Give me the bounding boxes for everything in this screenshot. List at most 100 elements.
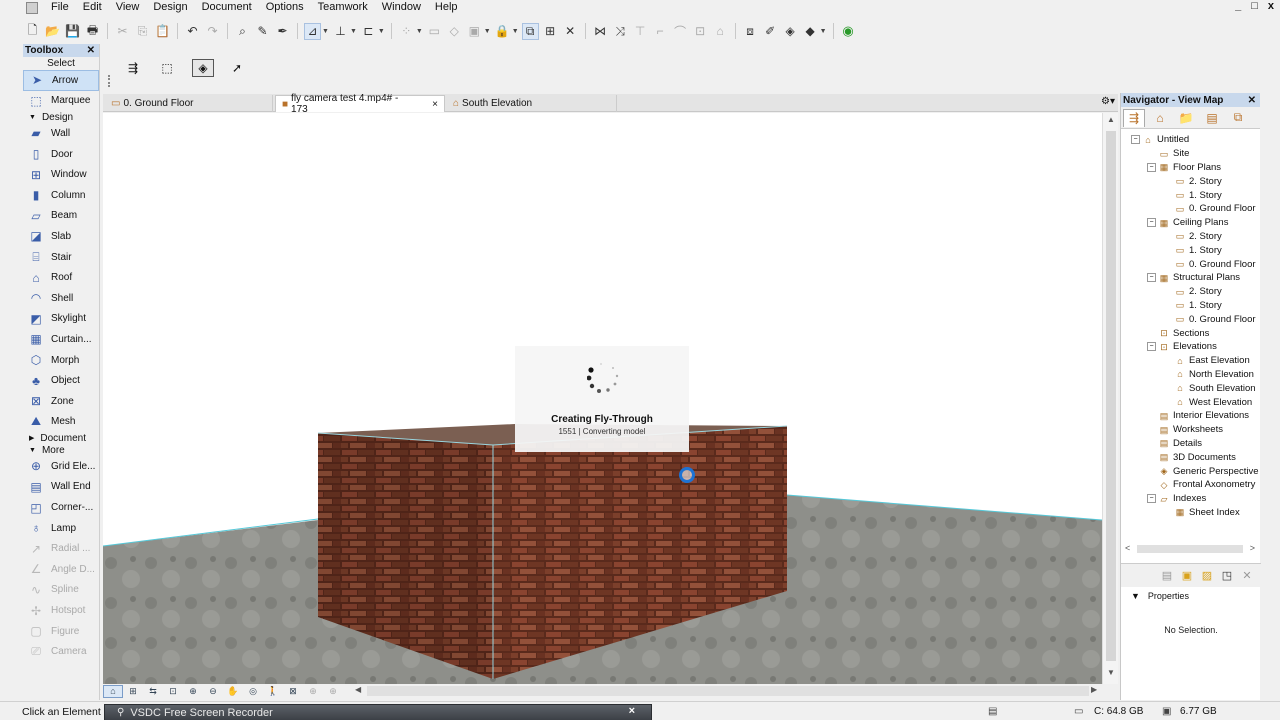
tree-node[interactable]: ▤ 3D Documents: [1121, 450, 1260, 464]
orbit-icon[interactable]: ◎: [243, 685, 263, 698]
menu-design[interactable]: Design: [146, 0, 194, 15]
recorder-close-button[interactable]: ×: [629, 705, 635, 717]
grid-snap-icon[interactable]: ⁘: [398, 23, 415, 40]
minimize-button[interactable]: _: [1235, 0, 1241, 12]
tab-south-elevation[interactable]: ⌂ South Elevation: [447, 95, 617, 112]
3d-navigation-icon[interactable]: ⌂: [103, 684, 123, 698]
delete-icon[interactable]: ✕: [1239, 568, 1255, 584]
grip-handle[interactable]: [108, 75, 112, 87]
edit-plane-icon[interactable]: ◇: [446, 23, 463, 40]
tree-node[interactable]: ▭ 1. Story: [1121, 299, 1260, 313]
tab-ground-floor[interactable]: ▭ 0. Ground Floor: [105, 95, 273, 112]
save-view-icon[interactable]: ◳: [1219, 568, 1235, 584]
properties-header[interactable]: ▼ Properties: [1131, 591, 1189, 601]
layout-book-icon[interactable]: ▤: [1201, 109, 1223, 127]
explore-icon[interactable]: 🚶: [263, 685, 283, 698]
tree-node[interactable]: ▤ Details: [1121, 437, 1260, 451]
tool-shell[interactable]: ◠ Shell: [23, 288, 99, 309]
tool-object[interactable]: ♣ Object: [23, 370, 99, 391]
clone-folder-icon[interactable]: ▨: [1199, 568, 1215, 584]
menu-options[interactable]: Options: [259, 0, 311, 15]
solid-ops-icon[interactable]: ⧈: [742, 23, 759, 40]
view-settings-icon[interactable]: ▤: [1159, 568, 1175, 584]
design-group-header[interactable]: ▼ Design: [23, 111, 99, 123]
close-tab-icon[interactable]: ×: [432, 99, 438, 110]
cut-icon[interactable]: ✂: [114, 23, 131, 40]
tree-node[interactable]: − ▱ Indexes: [1121, 492, 1260, 506]
tree-node[interactable]: − ⊡ Elevations: [1121, 340, 1260, 354]
scrollbar-track[interactable]: [1137, 545, 1243, 553]
menu-view[interactable]: View: [109, 0, 147, 15]
paste-icon[interactable]: 📋: [154, 23, 171, 40]
menu-teamwork[interactable]: Teamwork: [311, 0, 375, 15]
scroll-up-icon[interactable]: ▲: [1103, 115, 1119, 129]
dropdown-arrow-icon[interactable]: ▼: [350, 28, 357, 35]
zoom-window-icon[interactable]: ⊞: [123, 685, 143, 698]
navigator-horizontal-scrollbar[interactable]: < >: [1123, 543, 1257, 555]
tree-node[interactable]: ⌂ West Elevation: [1121, 395, 1260, 409]
dropdown-arrow-icon[interactable]: ▼: [322, 28, 329, 35]
tool-mesh[interactable]: ⛰ Mesh: [23, 412, 99, 433]
tree-node[interactable]: ▭ 1. Story: [1121, 188, 1260, 202]
menu-document[interactable]: Document: [195, 0, 259, 15]
adjust-icon[interactable]: ⤨: [612, 23, 629, 40]
tree-node[interactable]: ◇ Frontal Axonometry: [1121, 478, 1260, 492]
tree-node[interactable]: ▭ 2. Story: [1121, 285, 1260, 299]
teamwork-status-icon[interactable]: ◉: [840, 23, 857, 40]
split-icon[interactable]: ⋈: [592, 23, 609, 40]
tree-node[interactable]: − ▦ Floor Plans: [1121, 161, 1260, 175]
layer-settings-icon[interactable]: ◈: [782, 23, 799, 40]
lock-icon[interactable]: 🔒: [494, 23, 511, 40]
scroll-right-icon[interactable]: ▶: [1091, 685, 1097, 694]
restore-button[interactable]: □: [1251, 0, 1258, 12]
zoom-reset-icon[interactable]: ⊕: [303, 685, 323, 698]
vertical-scrollbar[interactable]: ▲ ▼: [1102, 113, 1118, 684]
tool-angle-dimension[interactable]: ∠ Angle D...: [23, 559, 99, 580]
quick-selection-icon[interactable]: ◈: [192, 59, 214, 77]
3d-window-icon[interactable]: ⧉: [521, 22, 539, 40]
undo-icon[interactable]: ↶: [184, 23, 201, 40]
tree-node[interactable]: ▭ 0. Ground Floor: [1121, 257, 1260, 271]
zoom-extent-icon[interactable]: ⊕: [323, 685, 343, 698]
tool-arrow[interactable]: ➤ Arrow: [23, 70, 99, 91]
roof-tool-icon[interactable]: ⌂: [712, 23, 729, 40]
tree-node[interactable]: − ⌂ Untitled: [1121, 133, 1260, 147]
open-folder-icon[interactable]: 📂: [44, 23, 61, 40]
view-map-icon[interactable]: 📁: [1175, 109, 1197, 127]
tool-curtain-wall[interactable]: ▦ Curtain...: [23, 329, 99, 350]
tree-node[interactable]: ▦ Sheet Index: [1121, 506, 1260, 520]
tree-node[interactable]: − ▦ Ceiling Plans: [1121, 216, 1260, 230]
tool-skylight[interactable]: ◩ Skylight: [23, 309, 99, 330]
publisher-sets-icon[interactable]: ⧉: [1227, 109, 1249, 127]
zoom-area-icon[interactable]: ⊡: [163, 685, 183, 698]
tool-figure[interactable]: ▢ Figure: [23, 621, 99, 642]
tree-node[interactable]: ⌂ South Elevation: [1121, 381, 1260, 395]
find-select-icon[interactable]: ⌕: [234, 23, 251, 40]
tool-column[interactable]: ▮ Column: [23, 185, 99, 206]
close-icon[interactable]: ✕: [87, 45, 95, 56]
tool-roof[interactable]: ⌂ Roof: [23, 267, 99, 288]
expand-toggle-icon[interactable]: −: [1131, 135, 1140, 145]
expand-toggle-icon[interactable]: −: [1147, 162, 1156, 172]
zoom-out-icon[interactable]: ⊖: [203, 685, 223, 698]
screen-recorder-bar[interactable]: ⚲ VSDC Free Screen Recorder ×: [104, 704, 652, 720]
guide-lines-icon[interactable]: ⊿: [304, 22, 321, 40]
render-icon[interactable]: ◆: [802, 23, 819, 40]
tool-radial-dimension[interactable]: ↗ Radial ...: [23, 538, 99, 559]
marquee-shape-icon[interactable]: ⬚: [156, 59, 178, 77]
tree-node[interactable]: − ▦ Structural Plans: [1121, 271, 1260, 285]
tree-node[interactable]: ▤ Worksheets: [1121, 423, 1260, 437]
selection-method-icon[interactable]: ⇶: [122, 59, 144, 77]
expand-toggle-icon[interactable]: −: [1147, 218, 1156, 228]
tool-window[interactable]: ⊞ Window: [23, 164, 99, 185]
zoom-in-icon[interactable]: ⊕: [183, 685, 203, 698]
expand-toggle-icon[interactable]: −: [1147, 273, 1156, 283]
redo-icon[interactable]: ↷: [204, 23, 221, 40]
tree-node[interactable]: ▭ 2. Story: [1121, 174, 1260, 188]
close-cut-icon[interactable]: ✕: [562, 23, 579, 40]
project-map-icon[interactable]: ⌂: [1149, 109, 1171, 127]
gravity-icon[interactable]: ⊏: [360, 23, 377, 40]
menu-file[interactable]: File: [44, 0, 76, 15]
tree-node[interactable]: ⌂ North Elevation: [1121, 368, 1260, 382]
previous-view-icon[interactable]: ⇆: [143, 685, 163, 698]
